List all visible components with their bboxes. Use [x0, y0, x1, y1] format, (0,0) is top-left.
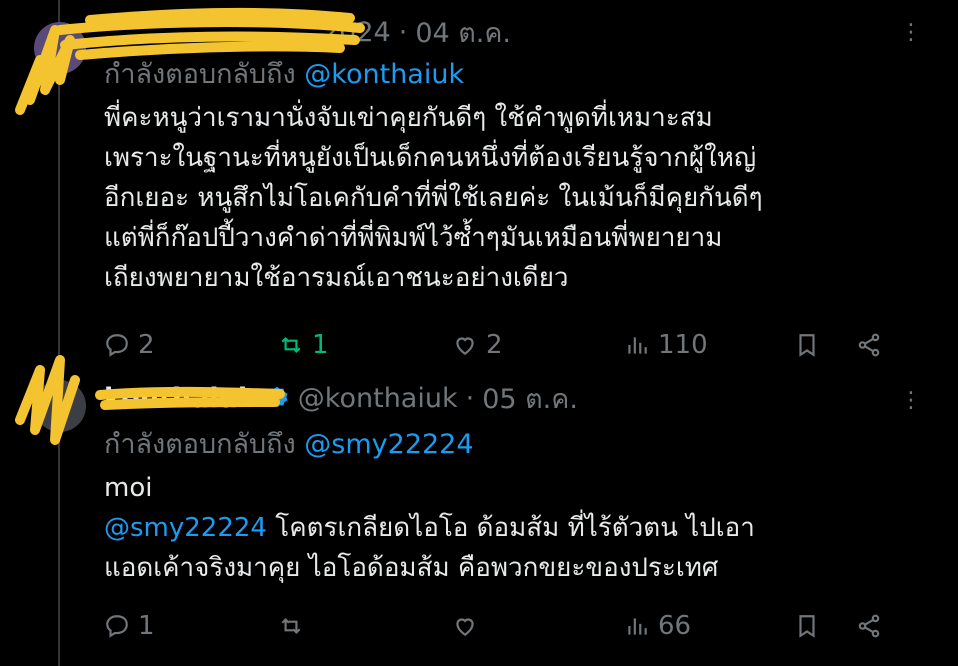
body-line: เถียงพยายามใช้อารมณ์เอาชนะอย่างเดียว: [104, 263, 569, 293]
date-prefix: 2024: [322, 16, 391, 48]
tweet-header: 2024 · 04 ต.ค.: [104, 12, 511, 52]
share-icon: [858, 333, 880, 357]
bookmark-icon: [799, 615, 815, 638]
retweet-icon: [281, 617, 301, 635]
tweet-body: moi @smy22224 โคตรเกลียดไอโอ ด้อมส้ม ที่…: [104, 468, 904, 588]
display-name[interactable]: konthaiuk: [104, 383, 256, 414]
share-button[interactable]: [856, 606, 890, 646]
views-count: 66: [658, 611, 692, 641]
tweet-date[interactable]: 04 ต.ค.: [415, 11, 511, 54]
reply-button[interactable]: 1: [104, 606, 155, 646]
avatar[interactable]: [34, 22, 86, 74]
body-text-rest: โคตรเกลียดไอโอ ด้อมส้ม ที่ไร้ตัวตน ไปเอา: [266, 513, 755, 543]
share-icon: [858, 614, 880, 638]
separator-dot: ·: [398, 16, 408, 48]
views-icon: [628, 337, 647, 354]
tweet-2[interactable]: konthaiuk @konthaiuk · 05 ต.ค. ⋮ กำลังตอ…: [0, 370, 958, 666]
replying-to: กำลังตอบกลับถึง @konthaiuk: [104, 52, 464, 95]
body-line: @smy22224 โคตรเกลียดไอโอ ด้อมส้ม ที่ไร้ต…: [104, 508, 904, 548]
separator-dot: ·: [465, 382, 475, 414]
views-icon: [628, 618, 647, 635]
handle[interactable]: @konthaiuk: [298, 383, 458, 414]
tweet-body: พี่คะหนูว่าเรามานั่งจับเข่าคุยกันดีๆ ใช้…: [104, 98, 904, 298]
body-line: แอดเค้าจริงมาคุย ไอโอด้อมส้ม คือพวกขยะขอ…: [104, 553, 719, 583]
tweet-header: konthaiuk @konthaiuk · 05 ต.ค.: [104, 378, 578, 418]
body-mention[interactable]: @smy22224: [104, 513, 267, 543]
bookmark-button[interactable]: [794, 606, 828, 646]
like-button[interactable]: [452, 606, 486, 646]
more-icon[interactable]: ⋮: [900, 18, 922, 48]
like-count: 2: [486, 330, 503, 360]
body-line: เพราะในฐานะที่หนูยังเป็นเด็กคนหนึ่งที่ต้…: [104, 143, 757, 173]
tweet-1[interactable]: 2024 · 04 ต.ค. ⋮ กำลังตอบกลับถึง @kontha…: [0, 0, 958, 370]
retweet-button[interactable]: 1: [278, 325, 329, 365]
more-icon[interactable]: ⋮: [900, 386, 922, 416]
body-line: อีกเยอะ หนูสึกไม่โอเคกับคำที่พี่ใช้เลยค่…: [104, 183, 763, 213]
retweet-icon: [281, 336, 301, 354]
reply-count: 1: [138, 611, 155, 641]
views-button[interactable]: 66: [624, 606, 691, 646]
verified-icon: [266, 386, 288, 408]
views-button[interactable]: 110: [624, 325, 708, 365]
avatar[interactable]: [34, 380, 86, 432]
like-button[interactable]: 2: [452, 325, 503, 365]
body-line: แต่พี่ก็ก๊อปปี้วางคำด่าที่พี่พิมพ์ไว้ซ้ำ…: [104, 223, 723, 253]
reply-icon: [106, 334, 128, 357]
bookmark-icon: [799, 334, 815, 357]
like-icon: [456, 337, 474, 355]
reply-button[interactable]: 2: [104, 325, 155, 365]
share-button[interactable]: [856, 325, 890, 365]
replying-prefix: กำลังตอบกลับถึง: [104, 59, 296, 90]
action-bar: 1 66: [104, 606, 894, 646]
retweet-button[interactable]: [278, 606, 312, 646]
reply-icon: [106, 615, 128, 638]
like-icon: [456, 618, 474, 636]
tweet-date[interactable]: 05 ต.ค.: [482, 377, 578, 420]
views-count: 110: [658, 330, 708, 360]
replying-prefix: กำลังตอบกลับถึง: [104, 429, 296, 460]
retweet-count: 1: [312, 330, 329, 360]
replying-mention[interactable]: @konthaiuk: [304, 59, 464, 90]
replying-to: กำลังตอบกลับถึง @smy22224: [104, 422, 474, 465]
reply-count: 2: [138, 330, 155, 360]
body-line: moi: [104, 473, 153, 503]
action-bar: 2 1 2 110: [104, 325, 894, 365]
replying-mention[interactable]: @smy22224: [304, 429, 473, 460]
body-line: พี่คะหนูว่าเรามานั่งจับเข่าคุยกันดีๆ ใช้…: [104, 103, 713, 133]
bookmark-button[interactable]: [794, 325, 828, 365]
